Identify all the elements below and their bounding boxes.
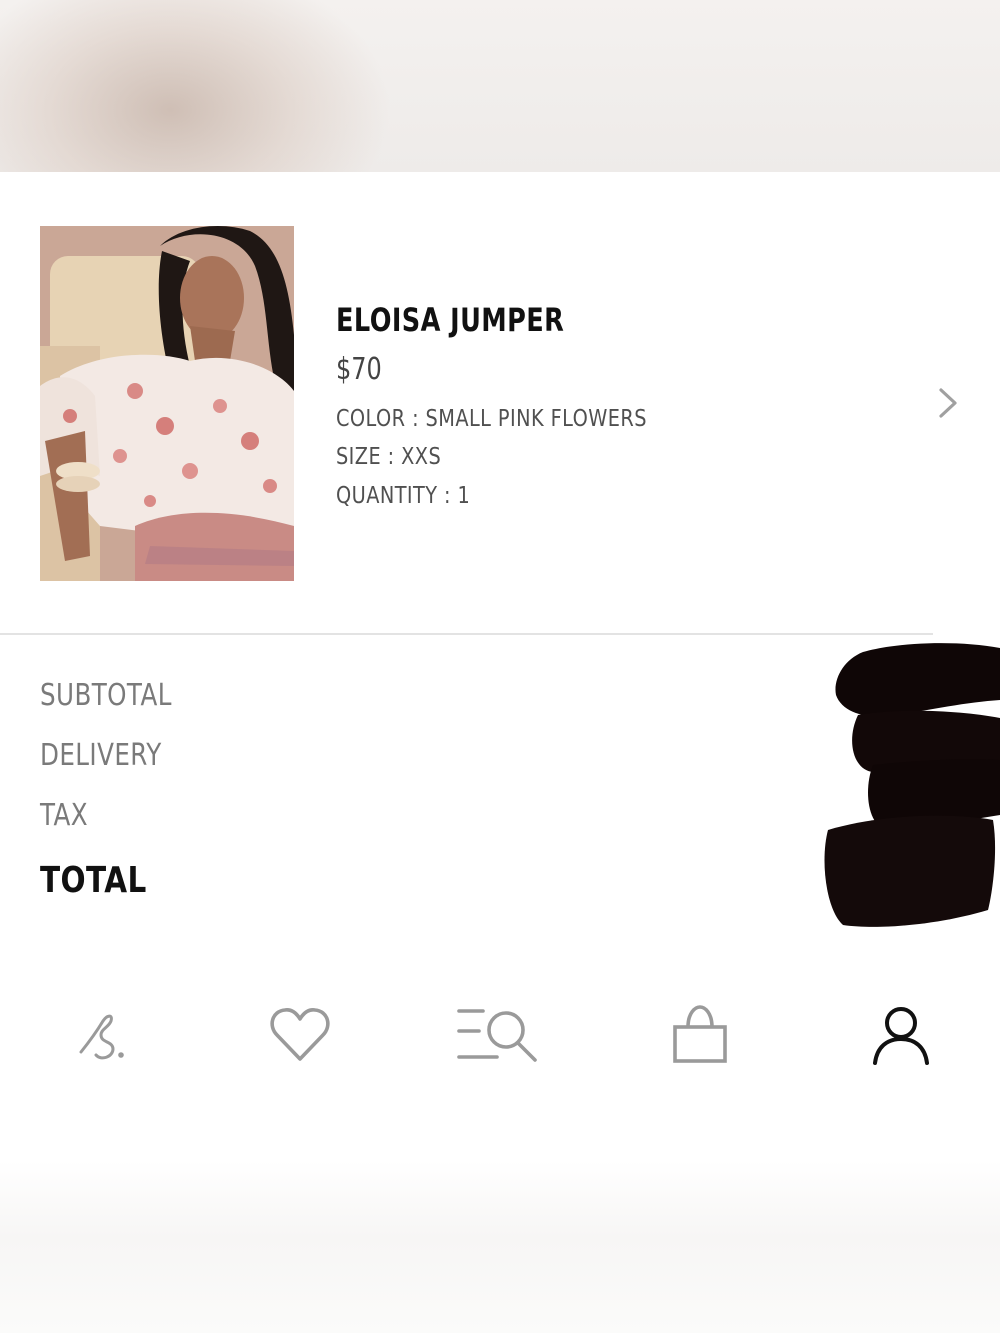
search-menu-icon: [457, 1009, 537, 1062]
nav-account[interactable]: [856, 990, 946, 1080]
product-size: SIZE : XXS: [336, 444, 442, 470]
nav-bag[interactable]: [655, 990, 745, 1080]
product-name: ELOISA JUMPER: [336, 301, 565, 339]
bottom-navigation: [0, 990, 1000, 1080]
shopping-bag-icon: [673, 1005, 727, 1063]
cart-item[interactable]: ELOISA JUMPER $70 COLOR : SMALL PINK FLO…: [0, 200, 1000, 610]
nav-wishlist[interactable]: [255, 990, 345, 1080]
blurred-footer-area: [0, 1160, 1000, 1333]
chevron-right-icon[interactable]: [930, 385, 966, 421]
heart-icon: [270, 1008, 330, 1061]
nav-search[interactable]: [455, 990, 545, 1080]
delivery-label: DELIVERY: [40, 738, 162, 773]
product-quantity: QUANTITY : 1: [336, 483, 471, 509]
home-logo-icon: [79, 1014, 124, 1060]
blurred-header-area: [0, 0, 1000, 172]
subtotal-label: SUBTOTAL: [40, 678, 172, 713]
tax-label: TAX: [40, 798, 89, 833]
product-image: [40, 226, 294, 581]
account-icon: [873, 1007, 929, 1065]
redaction-mark: [824, 643, 1000, 927]
divider: [0, 633, 933, 635]
product-color: COLOR : SMALL PINK FLOWERS: [336, 406, 647, 432]
product-price: $70: [336, 352, 382, 387]
total-label: TOTAL: [40, 860, 147, 901]
nav-home[interactable]: [56, 990, 146, 1080]
